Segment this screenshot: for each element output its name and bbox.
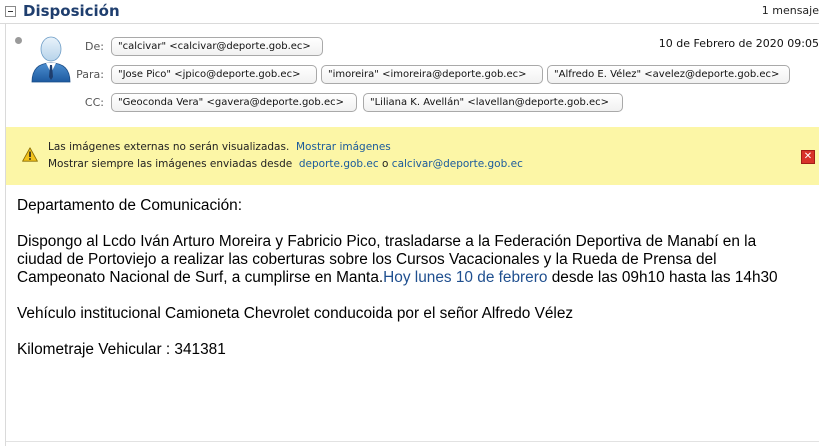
always-show-sender-link[interactable]: calcivar@deporte.gob.ec xyxy=(392,158,523,170)
thread-title: Disposición xyxy=(23,2,120,20)
body-vehicle: Vehículo institucional Camioneta Chevrol… xyxy=(17,305,574,322)
message-date: 10 de Febrero de 2020 09:05 xyxy=(658,37,819,50)
body-line-3-start: Campeonato Nacional de Surf, a cumplirse… xyxy=(17,269,384,286)
to-chip-imoreira[interactable]: "imoreira" <imoreira@deporte.gob.ec> xyxy=(321,65,543,84)
show-images-link[interactable]: Mostrar imágenes xyxy=(296,141,391,153)
date-link[interactable]: Hoy lunes 10 de febrero xyxy=(383,269,547,286)
body-paragraph-line-3: Campeonato Nacional de Surf, a cumplirse… xyxy=(17,269,778,286)
notice-text-2: Mostrar siempre las imágenes enviadas de… xyxy=(48,158,293,170)
body-greeting: Departamento de Comunicación: xyxy=(17,197,242,214)
notice-text-1: Las imágenes externas no serán visualiza… xyxy=(48,141,290,153)
collapse-icon[interactable] xyxy=(5,6,16,17)
notice-or: o xyxy=(382,158,389,170)
notice-line-2: Mostrar siempre las imágenes enviadas de… xyxy=(48,158,523,170)
from-chip[interactable]: "calcivar" <calcivar@deporte.gob.ec> xyxy=(111,37,323,56)
read-status-dot[interactable] xyxy=(15,37,22,44)
cc-chip-liliana-avellan[interactable]: "Liliana K. Avellán" <lavellan@deporte.g… xyxy=(363,93,623,112)
body-line-3-end: desde las 09h10 hasta las 14h30 xyxy=(547,269,778,286)
to-chip-jose-pico[interactable]: "Jose Pico" <jpico@deporte.gob.ec> xyxy=(111,65,317,84)
close-icon[interactable]: ✕ xyxy=(801,150,815,164)
body-paragraph-line-2: ciudad de Portoviejo a realizar las cobe… xyxy=(17,251,717,268)
to-chip-alfredo-velez[interactable]: "Alfredo E. Vélez" <avelez@deporte.gob.e… xyxy=(547,65,790,84)
notice-line-1: Las imágenes externas no serán visualiza… xyxy=(48,141,391,153)
external-images-notice: Las imágenes externas no serán visualiza… xyxy=(6,127,819,185)
body-paragraph-line-1: Dispongo al Lcdo Iván Arturo Moreira y F… xyxy=(17,233,757,250)
thread-header: Disposición 1 mensaje xyxy=(0,0,819,24)
to-label: Para: xyxy=(76,68,104,81)
warning-icon xyxy=(22,147,38,162)
cc-label: CC: xyxy=(84,96,104,109)
thread-left-rule xyxy=(5,24,6,446)
always-show-domain-link[interactable]: deporte.gob.ec xyxy=(299,158,379,170)
message-bottom-rule xyxy=(6,441,819,442)
thread-message-count: 1 mensaje xyxy=(761,4,819,17)
body-mileage: Kilometraje Vehicular : 341381 xyxy=(17,341,226,358)
cc-chip-geoconda-vera[interactable]: "Geoconda Vera" <gavera@deporte.gob.ec> xyxy=(111,93,357,112)
from-label: De: xyxy=(85,40,104,53)
